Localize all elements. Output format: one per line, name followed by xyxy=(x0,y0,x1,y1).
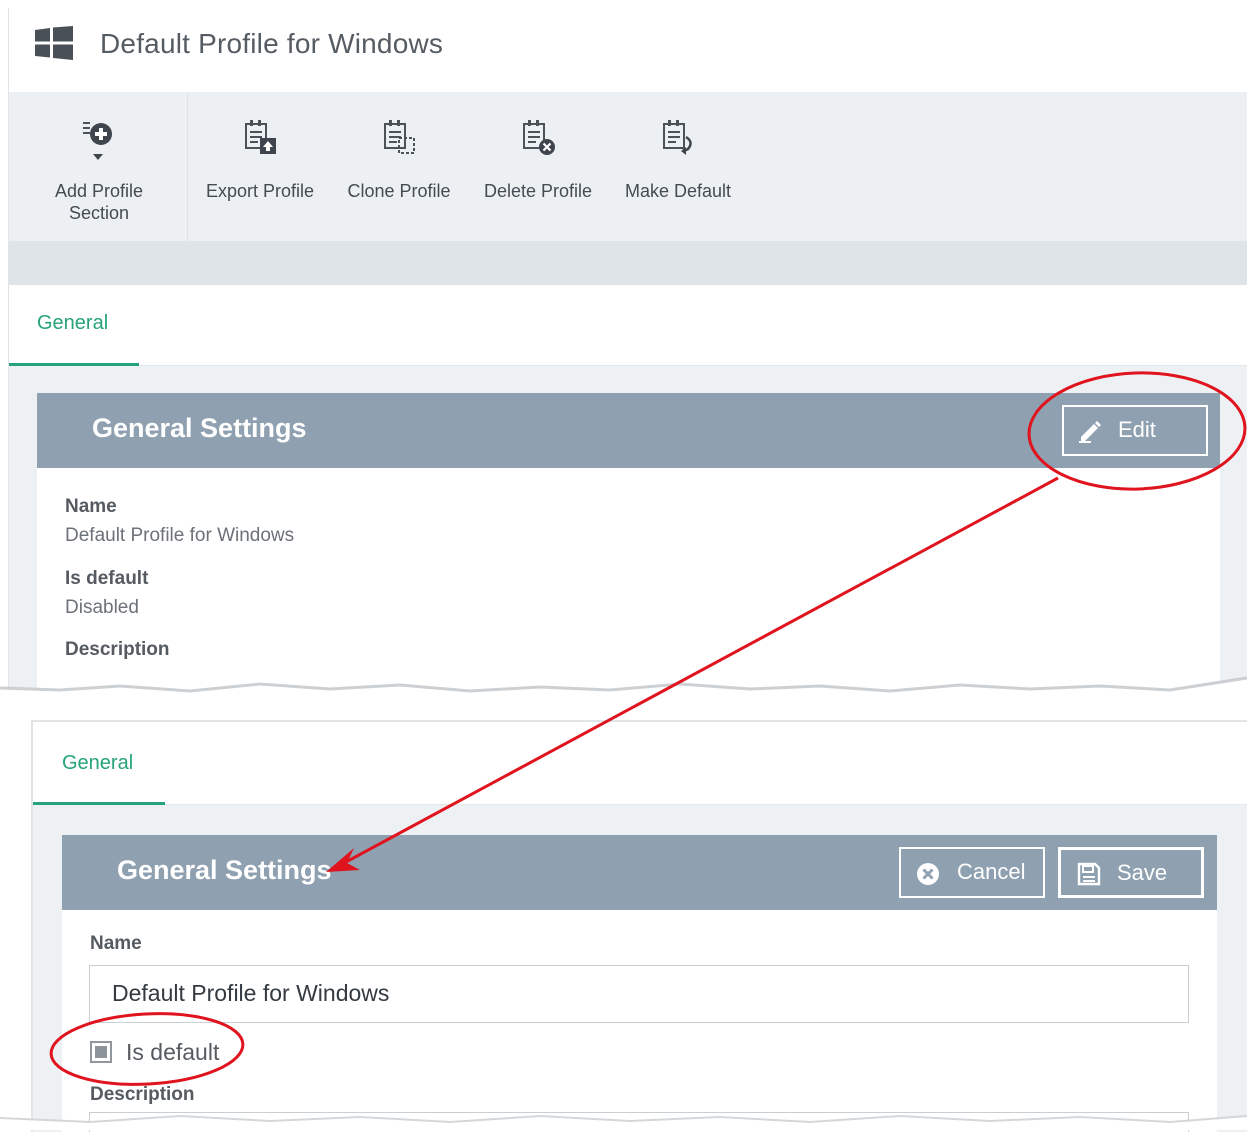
name-value: Default Profile for Windows xyxy=(65,525,295,546)
name-input-value: Default Profile for Windows xyxy=(112,980,390,1006)
profile-edit-screen: General General Settings Cancel Save Nam… xyxy=(31,720,1247,1132)
tab-general-edit-label: General xyxy=(62,752,134,774)
tab-general[interactable]: General xyxy=(9,285,139,366)
is-default-checkbox-label: Is default xyxy=(126,1039,220,1065)
make-default-icon xyxy=(663,120,692,155)
toolbar-divider xyxy=(187,92,188,241)
add-profile-section-button[interactable]: Add Profile Section xyxy=(39,92,159,241)
delete-profile-label: Delete Profile xyxy=(483,181,593,201)
page-title: Default Profile for Windows xyxy=(100,28,444,59)
add-section-icon xyxy=(83,122,112,160)
delete-profile-icon xyxy=(523,120,555,155)
bottom-torn-edge xyxy=(0,1114,1247,1130)
toolbar-spacer xyxy=(9,241,1247,285)
description-label: Description xyxy=(65,639,170,660)
clone-profile-button[interactable]: Clone Profile xyxy=(339,92,459,241)
export-profile-label: Export Profile xyxy=(205,181,315,201)
save-button[interactable]: Save xyxy=(1058,847,1204,898)
edit-general-settings-title: General Settings xyxy=(117,855,332,885)
profile-view-screen: Default Profile for Windows Add Profile … xyxy=(8,8,1247,688)
edit-button[interactable]: Edit xyxy=(1062,405,1208,456)
edit-description-label: Description xyxy=(90,1084,195,1105)
floppy-disk-icon xyxy=(1077,862,1101,886)
content-area: General Settings Edit Name Default Profi… xyxy=(9,366,1247,688)
add-profile-section-label-line2: Section xyxy=(68,203,130,223)
name-label: Name xyxy=(65,496,117,517)
windows-logo-icon xyxy=(35,26,73,60)
checkbox-indicator xyxy=(95,1046,107,1058)
tab-general-edit[interactable]: General xyxy=(33,722,165,805)
general-settings-title: General Settings xyxy=(92,413,307,443)
is-default-checkbox[interactable] xyxy=(90,1041,112,1063)
export-profile-icon xyxy=(245,120,276,154)
toolbar: Add Profile Section Export Profile Clone… xyxy=(9,92,1247,241)
torn-edge-divider xyxy=(0,676,1247,720)
profile-tabs: General xyxy=(9,285,1247,366)
edit-name-label: Name xyxy=(90,933,142,954)
title-bar: Default Profile for Windows xyxy=(9,8,1247,92)
edit-general-settings-body: Name Default Profile for Windows Is defa… xyxy=(62,910,1217,1132)
make-default-label: Make Default xyxy=(624,181,732,201)
make-default-button[interactable]: Make Default xyxy=(615,92,741,241)
is-default-value: Disabled xyxy=(65,597,139,618)
add-profile-section-label: Add Profile xyxy=(54,181,144,201)
cancel-button[interactable]: Cancel xyxy=(899,847,1045,898)
save-button-label: Save xyxy=(1117,860,1168,885)
edit-button-label: Edit xyxy=(1118,417,1156,442)
general-settings-header: General Settings Edit xyxy=(37,393,1220,468)
export-profile-button[interactable]: Export Profile xyxy=(199,92,321,241)
cancel-icon xyxy=(917,863,939,885)
is-default-label: Is default xyxy=(65,568,149,589)
pencil-icon xyxy=(1079,421,1101,443)
general-settings-body: Name Default Profile for Windows Is defa… xyxy=(37,468,1220,688)
cancel-button-label: Cancel xyxy=(957,859,1026,884)
edit-general-settings-header: General Settings Cancel Save xyxy=(62,835,1217,910)
clone-profile-icon xyxy=(384,120,415,154)
edit-profile-tabs: General xyxy=(33,722,1247,805)
tab-general-label: General xyxy=(37,312,109,334)
delete-profile-button[interactable]: Delete Profile xyxy=(475,92,601,241)
edit-content-area: General Settings Cancel Save Name Defaul… xyxy=(33,805,1247,1132)
clone-profile-label: Clone Profile xyxy=(347,181,451,201)
name-input[interactable]: Default Profile for Windows xyxy=(89,965,1189,1023)
